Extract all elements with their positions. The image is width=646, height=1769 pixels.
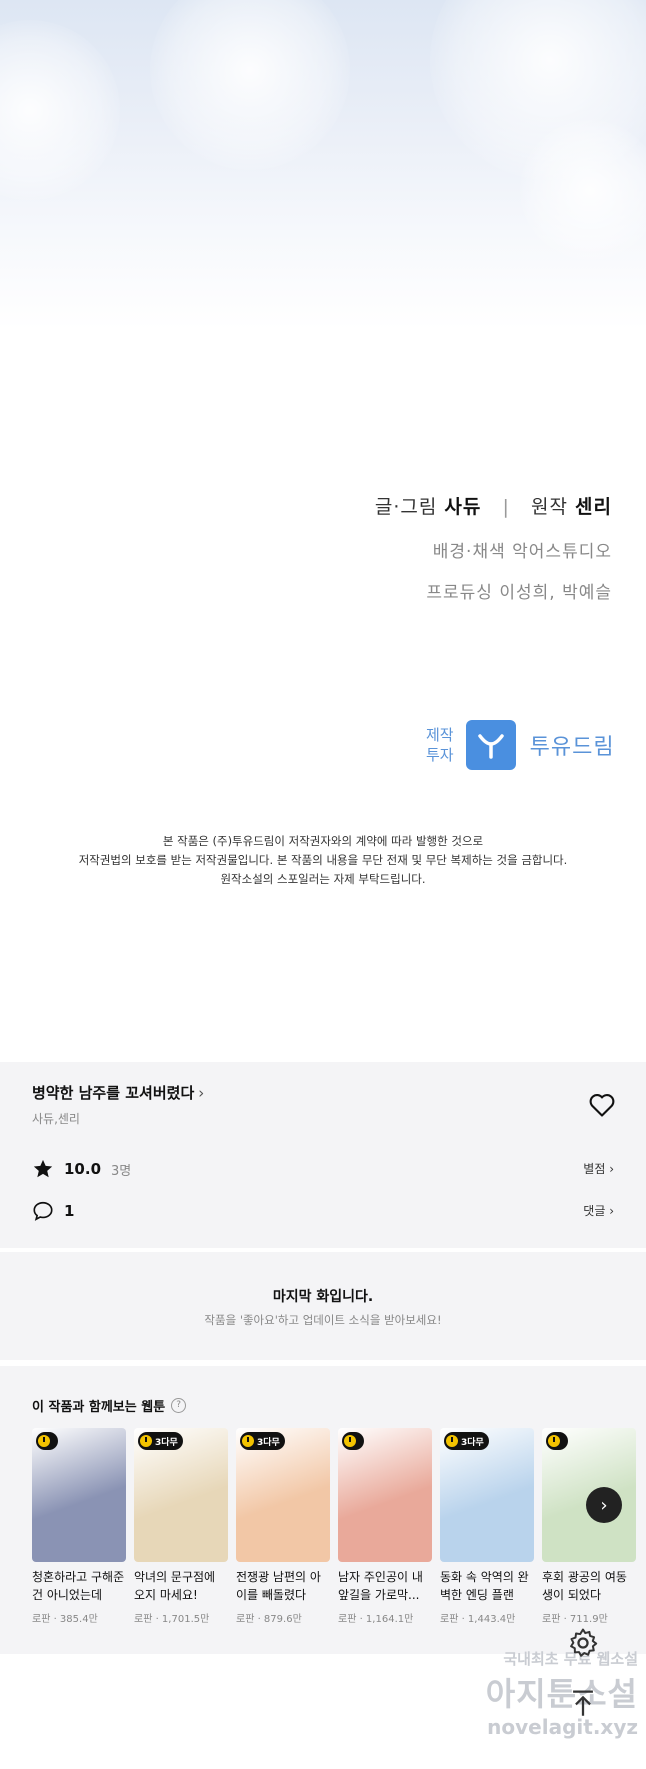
credit-writer: 글·그림 사듀 | 원작 센리 [375, 492, 612, 519]
badge-label: 3다무 [257, 1437, 280, 1448]
clock-icon [344, 1435, 356, 1447]
notice-line: 본 작품은 (주)투유드림이 저작권자와의 계약에 따라 발행한 것으로 [162, 834, 484, 848]
card-title: 후회 광공의 여동생이 되었다 [542, 1570, 627, 1602]
header-artwork [0, 0, 646, 330]
clock-icon [140, 1435, 152, 1447]
settings-gear-icon[interactable] [566, 1626, 600, 1660]
recommendation-card[interactable]: 청혼하라고 구해준 건 아니었는데로판 · 385.4만 [32, 1428, 126, 1625]
last-episode-notice: 마지막 화입니다. 작품을 '좋아요'하고 업데이트 소식을 받아보세요! [0, 1252, 646, 1360]
wait-free-badge [546, 1432, 568, 1450]
wait-free-badge [36, 1432, 58, 1450]
card-meta: 로판 · 385.4만 [32, 1614, 98, 1625]
cover-image [338, 1428, 432, 1562]
recommendation-card[interactable]: 3다무전쟁광 남편의 아이를 빼돌렸다로판 · 879.6만 [236, 1428, 330, 1625]
help-icon[interactable]: ? [171, 1398, 187, 1413]
company-logo-icon [465, 720, 516, 770]
card-title: 동화 속 악역의 완벽한 엔딩 플랜 [440, 1570, 529, 1602]
writer-label: 글·그림 [374, 496, 438, 518]
cover-image: 3다무 [440, 1428, 534, 1562]
cover-image: 3다무 [236, 1428, 330, 1562]
recommendation-card[interactable]: 후회 광공의 여동생이 되었다로판 · 711.9만 [542, 1428, 636, 1625]
wait-free-badge [342, 1432, 364, 1450]
wait-free-badge: 3다무 [444, 1432, 489, 1450]
production-credit: 제작 투자 투유드림 [426, 720, 615, 770]
last-episode-title: 마지막 화입니다. [272, 1289, 374, 1305]
clock-icon [242, 1435, 254, 1447]
clock-icon [548, 1435, 560, 1447]
card-meta: 로판 · 879.6만 [236, 1614, 302, 1625]
watermark-line: 아지툰소설 [485, 1675, 638, 1713]
card-title: 전쟁광 남편의 아이를 빼돌렸다 [236, 1570, 321, 1602]
clock-icon [38, 1435, 50, 1447]
chevron-right-icon: › [600, 1494, 608, 1516]
work-info-panel: 병약한 남주를 꼬셔버렸다 › 사듀,센리 10.0 3명 별점 › 1 댓글 › [0, 1062, 646, 1248]
chevron-right-icon: › [198, 1084, 205, 1102]
card-title: 청혼하라고 구해준 건 아니었는데 [32, 1570, 125, 1602]
company-name: 투유드림 [529, 735, 615, 760]
card-meta: 로판 · 1,443.4만 [440, 1614, 516, 1625]
watermark-line: novelagit.xyz [487, 1715, 638, 1739]
recommendation-card[interactable]: 남자 주인공이 내 앞길을 가로막... 로판 · 1,164.1만 [338, 1428, 432, 1625]
credit-separator: | [502, 496, 510, 518]
rating-row: 10.0 3명 [32, 1156, 131, 1182]
credit-background: 배경·채색 악어스튜디오 [432, 542, 612, 562]
rating-link[interactable]: 별점 › [583, 1160, 614, 1177]
notice-line: 원작소설의 스포일러는 자제 부탁드립니다. [220, 872, 426, 886]
original-label: 원작 [531, 496, 568, 518]
clock-icon [446, 1435, 458, 1447]
recommendations: 이 작품과 함께보는 웹툰 ? 청혼하라고 구해준 건 아니었는데로판 · 38… [0, 1366, 646, 1654]
notice-line: 저작권법의 보호를 받는 저작권물입니다. 본 작품의 내용을 무단 전재 및 … [78, 853, 568, 867]
recommendation-carousel: 청혼하라고 구해준 건 아니었는데 로판 · 385.4만 3다무 악녀의 문구점에 … [32, 1428, 646, 1648]
credit-producer: 프로듀싱 이성희, 박예슬 [426, 583, 612, 603]
comment-count: 1 [64, 1202, 75, 1220]
card-meta: 로판 · 1,164.1만 [338, 1614, 414, 1625]
recommendation-card[interactable]: 3다무동화 속 악역의 완벽한 엔딩 플랜로판 · 1,443.4만 [440, 1428, 534, 1625]
wait-free-badge: 3다무 [240, 1432, 285, 1450]
watermark-line: 국내최초 무료 웹소설 [503, 1650, 638, 1668]
writer-name: 사듀 [444, 496, 482, 518]
cover-image: 3다무 [134, 1428, 228, 1562]
card-title: 악녀의 문구점에 오지 마세요! [134, 1570, 216, 1602]
work-title-link[interactable]: 병약한 남주를 꼬셔버렸다 › [32, 1082, 204, 1103]
recommendations-title: 이 작품과 함께보는 웹툰 [32, 1400, 166, 1415]
investment-label: 투자 [426, 746, 454, 764]
last-episode-subtitle: 작품을 '좋아요'하고 업데이트 소식을 받아보세요! [204, 1313, 442, 1327]
production-label: 제작 [426, 726, 454, 744]
recommendations-heading: 이 작품과 함께보는 웹툰 ? [32, 1396, 187, 1415]
comment-icon [33, 1201, 53, 1221]
rating-count: 3명 [111, 1163, 132, 1179]
rating-value: 10.0 [64, 1160, 102, 1178]
comments-link[interactable]: 댓글 › [583, 1202, 614, 1219]
production-labels: 제작 투자 [426, 725, 454, 765]
cover-image [32, 1428, 126, 1562]
badge-label: 3다무 [155, 1437, 178, 1448]
card-meta: 로판 · 1,701.5만 [134, 1614, 210, 1625]
work-title: 병약한 남주를 꼬셔버렸다 [32, 1084, 195, 1102]
scroll-top-icon[interactable] [566, 1686, 600, 1720]
watermark: 국내최초 무료 웹소설 아지툰소설 novelagit.xyz [486, 1648, 638, 1739]
heart-icon[interactable] [588, 1092, 616, 1118]
card-meta: 로판 · 711.9만 [542, 1614, 608, 1625]
work-authors: 사듀,센리 [32, 1112, 80, 1126]
card-title: 남자 주인공이 내 앞길을 가로막... [338, 1570, 423, 1602]
wait-free-badge: 3다무 [138, 1432, 183, 1450]
credits: 글·그림 사듀 | 원작 센리 배경·채색 악어스튜디오 프로듀싱 이성희, 박… [375, 492, 612, 619]
comments-row: 1 [32, 1198, 74, 1224]
badge-label: 3다무 [461, 1437, 484, 1448]
original-name: 센리 [575, 496, 612, 518]
copyright-notice: 본 작품은 (주)투유드림이 저작권자와의 계약에 따라 발행한 것으로 저작권… [0, 832, 646, 889]
star-icon [33, 1159, 53, 1178]
carousel-next-button[interactable]: › [586, 1487, 622, 1523]
recommendation-card[interactable]: 3다무악녀의 문구점에 오지 마세요! 로판 · 1,701.5만 [134, 1428, 228, 1625]
